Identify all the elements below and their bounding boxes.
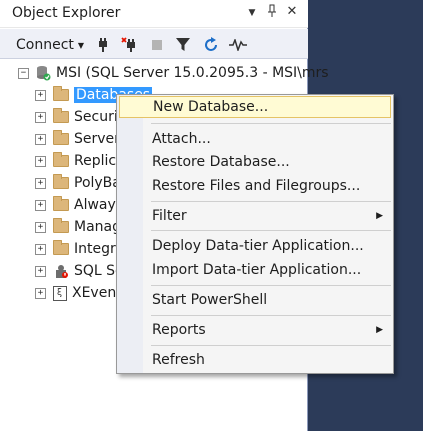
- panel-titlebar: Object Explorer ▼ ✕: [0, 0, 308, 28]
- menu-item-label: Start PowerShell: [152, 292, 268, 308]
- folder-icon: [53, 130, 69, 145]
- tree-node-management[interactable]: + Manag: [35, 216, 121, 238]
- expand-icon[interactable]: +: [35, 265, 46, 277]
- chevron-down-icon: ▼: [77, 40, 85, 50]
- menu-separator: [151, 230, 391, 231]
- tree-server-node[interactable]: − MSI (SQL Server 15.0.2095.3 - MSI\mrs: [18, 62, 329, 84]
- connect-icon[interactable]: [95, 35, 111, 55]
- menu-item-new-database[interactable]: New Database...: [119, 96, 391, 118]
- connect-label: Connect: [16, 37, 74, 53]
- tree-node-integration-services[interactable]: + Integra: [35, 238, 124, 260]
- refresh-icon[interactable]: [202, 35, 220, 55]
- folder-icon: [53, 152, 69, 167]
- tree-node-sql-agent[interactable]: + SQL Se: [35, 260, 124, 282]
- menu-item-restore-files[interactable]: Restore Files and Filegroups...: [119, 175, 391, 197]
- menu-item-refresh[interactable]: Refresh: [119, 349, 391, 371]
- menu-item-label: Import Data-tier Application...: [152, 262, 362, 278]
- tree-node-security[interactable]: + Securit: [35, 106, 123, 128]
- tree-node-label: Replic: [74, 153, 117, 169]
- folder-icon: [53, 240, 69, 255]
- submenu-arrow-icon: ▶: [376, 325, 383, 335]
- menu-item-label: Restore Files and Filegroups...: [152, 178, 361, 194]
- menu-separator: [151, 285, 391, 286]
- stop-icon[interactable]: [150, 35, 164, 55]
- toolbar: Connect ▼: [0, 29, 308, 59]
- expand-icon[interactable]: +: [35, 133, 46, 145]
- expand-icon[interactable]: +: [35, 199, 46, 211]
- server-label: MSI (SQL Server 15.0.2095.3 - MSI\mrs: [56, 65, 329, 81]
- menu-item-filter[interactable]: Filter ▶: [119, 205, 391, 227]
- folder-icon: [53, 218, 69, 233]
- server-icon: [35, 65, 51, 81]
- menu-separator: [151, 201, 391, 202]
- menu-item-label: Reports: [152, 322, 206, 338]
- submenu-arrow-icon: ▶: [376, 211, 383, 221]
- expand-icon[interactable]: +: [35, 287, 46, 299]
- menu-item-import-data-tier[interactable]: Import Data-tier Application...: [119, 259, 391, 281]
- menu-item-label: Refresh: [152, 352, 205, 368]
- menu-item-label: Deploy Data-tier Application...: [152, 238, 364, 254]
- tree-node-label: Server: [74, 131, 120, 147]
- expand-icon[interactable]: +: [35, 177, 46, 189]
- panel-title: Object Explorer: [12, 5, 121, 21]
- expand-icon[interactable]: +: [35, 155, 46, 167]
- menu-item-label: Attach...: [152, 131, 211, 147]
- tree-node-label: XEvent: [72, 285, 122, 301]
- menu-separator: [151, 345, 391, 346]
- tree-node-polybase[interactable]: + PolyBa: [35, 172, 121, 194]
- menu-item-start-powershell[interactable]: Start PowerShell: [119, 289, 391, 311]
- menu-item-label: New Database...: [153, 99, 269, 115]
- expand-icon[interactable]: +: [35, 111, 46, 123]
- expand-icon[interactable]: +: [35, 243, 46, 255]
- tree-node-label: PolyBa: [74, 175, 121, 191]
- connect-button[interactable]: Connect ▼: [16, 35, 84, 55]
- folder-icon: [53, 196, 69, 211]
- close-icon[interactable]: ✕: [283, 4, 301, 19]
- expand-icon[interactable]: +: [35, 221, 46, 233]
- menu-item-deploy-data-tier[interactable]: Deploy Data-tier Application...: [119, 235, 391, 257]
- tree-node-always-on[interactable]: + Always: [35, 194, 123, 216]
- filter-icon[interactable]: [175, 35, 191, 55]
- pin-icon[interactable]: [263, 4, 281, 22]
- menu-item-label: Restore Database...: [152, 154, 290, 170]
- tree-node-xevent-profiler[interactable]: + ξ XEvent: [35, 282, 122, 304]
- collapse-icon[interactable]: −: [18, 67, 29, 79]
- activity-monitor-icon[interactable]: [228, 35, 248, 55]
- menu-item-restore-database[interactable]: Restore Database...: [119, 151, 391, 173]
- menu-separator: [151, 123, 391, 124]
- window-dropdown-icon[interactable]: ▼: [243, 8, 261, 18]
- tree-node-replication[interactable]: + Replic: [35, 150, 116, 172]
- menu-separator: [151, 315, 391, 316]
- menu-item-label: Filter: [152, 208, 187, 224]
- folder-icon: [53, 86, 69, 101]
- xevent-icon: ξ: [53, 285, 67, 301]
- folder-icon: [53, 108, 69, 123]
- sql-agent-icon: [53, 263, 69, 279]
- context-menu: New Database... Attach... Restore Databa…: [116, 94, 394, 374]
- disconnect-icon[interactable]: [120, 35, 140, 55]
- folder-icon: [53, 174, 69, 189]
- expand-icon[interactable]: +: [35, 89, 46, 101]
- tree-node-server-objects[interactable]: + Server: [35, 128, 120, 150]
- menu-item-reports[interactable]: Reports ▶: [119, 319, 391, 341]
- tree-node-label: Manag: [74, 219, 121, 235]
- menu-item-attach[interactable]: Attach...: [119, 128, 391, 150]
